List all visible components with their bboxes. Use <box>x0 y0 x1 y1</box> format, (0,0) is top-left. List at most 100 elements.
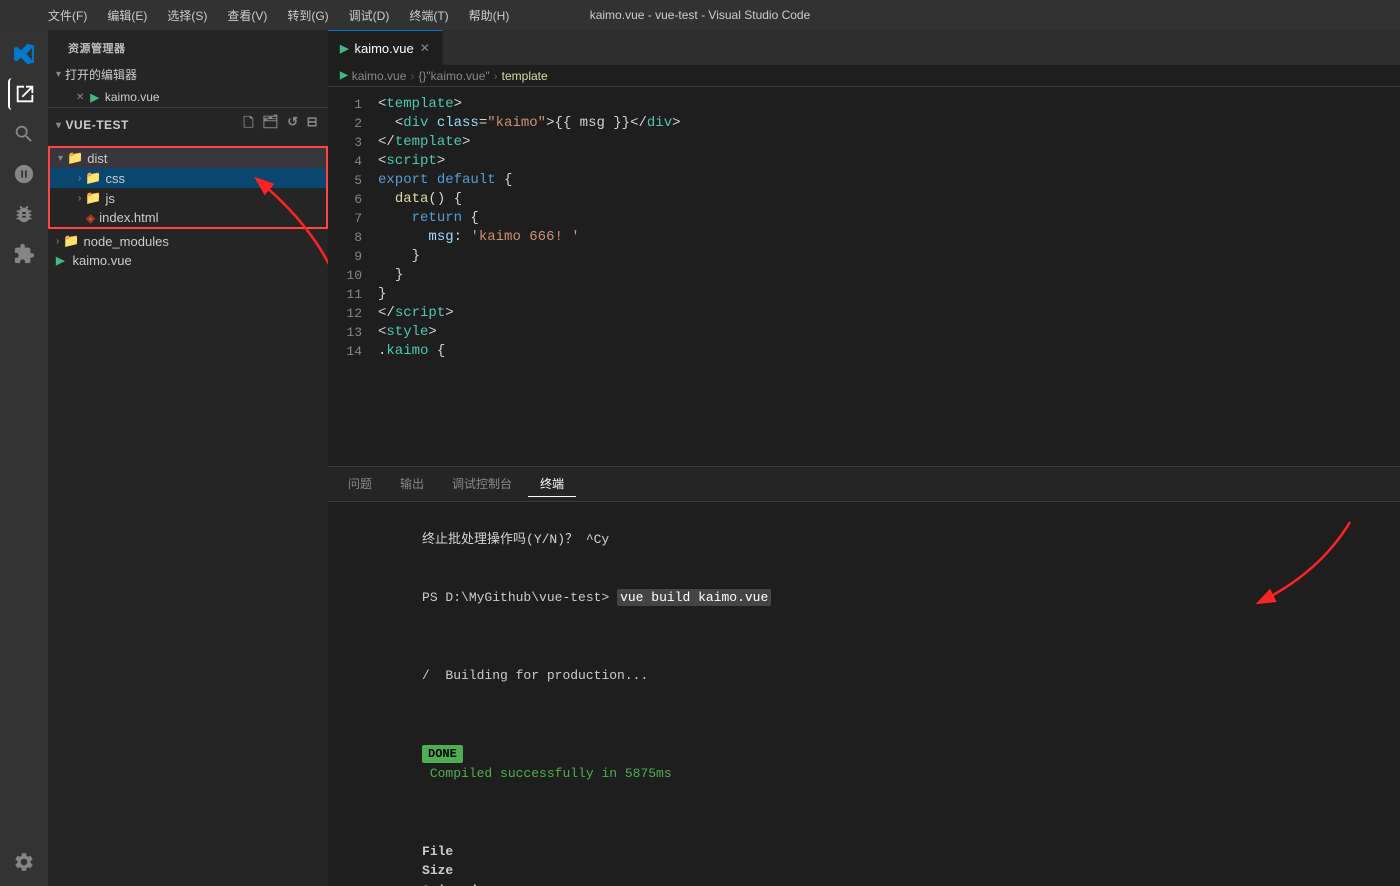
terminal-content[interactable]: 终止批处理操作吗(Y/N)？ ^Cy PS D:\MyGithub\vue-te… <box>328 502 1400 886</box>
terminal-compiled-text: Compiled successfully in 5875ms <box>422 766 672 781</box>
code-line-1: 1 <template> <box>328 95 1400 114</box>
js-folder-label: js <box>106 191 115 206</box>
terminal-vue-build-cmd: vue build kaimo.vue <box>617 589 771 606</box>
menu-bar: 文件(F) 编辑(E) 选择(S) 查看(V) 转到(G) 调试(D) 终端(T… <box>40 5 517 26</box>
line-num-6: 6 <box>328 190 378 209</box>
terminal-blank-1 <box>344 627 1384 647</box>
code-line-2: 2 <div class="kaimo">{{ msg }}</div> <box>328 114 1400 133</box>
settings-icon[interactable] <box>8 846 40 878</box>
new-file-btn[interactable]: 🗋 <box>241 112 256 138</box>
vscode-icon <box>8 38 40 70</box>
refresh-btn[interactable]: ↺ <box>285 112 300 138</box>
terminal-table-header: File Size Gzipped <box>344 822 1384 886</box>
code-line-7: 7 return { <box>328 209 1400 228</box>
breadcrumb-scope: {}"kaimo.vue" <box>418 69 489 83</box>
done-compiled-badge: DONE <box>422 745 463 763</box>
collapse-btn[interactable]: ⊟ <box>305 112 320 138</box>
git-icon[interactable] <box>8 158 40 190</box>
line-content-12: </script> <box>378 304 454 323</box>
code-line-12: 12 </script> <box>328 304 1400 323</box>
line-num-4: 4 <box>328 152 378 171</box>
line-num-3: 3 <box>328 133 378 152</box>
new-folder-btn[interactable]: 🗂 <box>260 112 281 138</box>
line-content-6: data() { <box>378 190 462 209</box>
kaimo-vue-tab[interactable]: ▶ kaimo.vue ✕ <box>328 30 443 65</box>
line-num-13: 13 <box>328 323 378 342</box>
panel-tab-debug-console[interactable]: 调试控制台 <box>440 471 524 497</box>
open-editors-text: 打开的编辑器 <box>65 66 137 83</box>
menu-file[interactable]: 文件(F) <box>40 5 95 26</box>
line-num-11: 11 <box>328 285 378 304</box>
code-line-3: 3 </template> <box>328 133 1400 152</box>
tab-vue-icon: ▶ <box>340 42 348 55</box>
col-gzipped-header: Gzipped <box>422 883 477 886</box>
tab-close-btn[interactable]: ✕ <box>420 41 430 55</box>
open-editor-kaimo-vue[interactable]: ✕ ▶ kaimo.vue <box>48 87 328 107</box>
code-line-9: 9 } <box>328 247 1400 266</box>
menu-terminal[interactable]: 终端(T) <box>401 5 456 26</box>
css-folder[interactable]: › 📁 css <box>50 168 326 188</box>
project-name: VUE-TEST <box>66 118 129 132</box>
breadcrumb-file: kaimo.vue <box>352 69 407 83</box>
panel-tab-problems[interactable]: 问题 <box>336 471 384 497</box>
search-icon[interactable] <box>8 118 40 150</box>
index-html-file[interactable]: ◈ index.html <box>50 208 326 227</box>
line-num-2: 2 <box>328 114 378 133</box>
line-content-9: } <box>378 247 420 266</box>
col-file-header: File <box>422 842 762 862</box>
node-modules-label: node_modules <box>84 234 169 249</box>
menu-edit[interactable]: 编辑(E) <box>99 5 155 26</box>
explorer-section: ▾ VUE-TEST 🗋 🗂 ↺ ⊟ ▾ 📁 dist <box>48 108 328 886</box>
project-chevron: ▾ <box>56 120 62 131</box>
menu-goto[interactable]: 转到(G) <box>279 5 336 26</box>
line-num-5: 5 <box>328 171 378 190</box>
menu-help[interactable]: 帮助(H) <box>461 5 518 26</box>
title-bar: 文件(F) 编辑(E) 选择(S) 查看(V) 转到(G) 调试(D) 终端(T… <box>0 0 1400 30</box>
line-content-14: .kaimo { <box>378 342 445 361</box>
extensions-icon[interactable] <box>8 238 40 270</box>
js-folder[interactable]: › 📁 js <box>50 188 326 208</box>
panel-tab-output[interactable]: 输出 <box>388 471 436 497</box>
line-content-5: export default { <box>378 171 512 190</box>
dist-folder[interactable]: ▾ 📁 dist <box>50 148 326 168</box>
panel-tabs: 问题 输出 调试控制台 终端 <box>328 467 1400 502</box>
line-content-2: <div class="kaimo">{{ msg }}</div> <box>378 114 681 133</box>
line-content-1: <template> <box>378 95 462 114</box>
line-content-11: } <box>378 285 386 304</box>
explorer-icon[interactable] <box>8 78 40 110</box>
html-file-icon: ◈ <box>86 211 95 225</box>
code-line-11: 11 } <box>328 285 1400 304</box>
terminal-building-text: / Building for production... <box>422 668 648 683</box>
tab-label: kaimo.vue <box>354 41 413 56</box>
node-modules-folder[interactable]: › 📁 node_modules <box>48 231 328 251</box>
terminal-blank-2 <box>344 705 1384 725</box>
breadcrumb-sep2: › <box>494 69 498 83</box>
kaimo-vue-file[interactable]: ▶ kaimo.vue <box>48 251 328 270</box>
code-line-10: 10 } <box>328 266 1400 285</box>
menu-debug[interactable]: 调试(D) <box>341 5 398 26</box>
kaimo-vue-icon: ▶ <box>56 254 64 267</box>
editor-area: ▶ kaimo.vue ✕ ▶ kaimo.vue › {}"kaimo.vue… <box>328 30 1400 886</box>
line-content-4: <script> <box>378 152 445 171</box>
code-editor[interactable]: 1 <template> 2 <div class="kaimo">{{ msg… <box>328 87 1400 466</box>
code-line-8: 8 msg: 'kaimo 666! ' <box>328 228 1400 247</box>
code-line-4: 4 <script> <box>328 152 1400 171</box>
css-chevron: › <box>78 173 81 184</box>
project-header[interactable]: ▾ VUE-TEST 🗋 🗂 ↺ ⊟ <box>48 108 328 142</box>
file-tree: ▾ 📁 dist › 📁 css › 📁 js <box>48 142 328 272</box>
kaimo-vue-label: kaimo.vue <box>72 253 131 268</box>
terminal-line-2: PS D:\MyGithub\vue-test> vue build kaimo… <box>344 569 1384 628</box>
menu-view[interactable]: 查看(V) <box>219 5 275 26</box>
node-modules-icon: 📁 <box>63 233 79 249</box>
debug-icon[interactable] <box>8 198 40 230</box>
close-editor-icon[interactable]: ✕ <box>76 92 84 103</box>
code-line-13: 13 <style> <box>328 323 1400 342</box>
menu-select[interactable]: 选择(S) <box>159 5 215 26</box>
dist-chevron: ▾ <box>58 153 63 164</box>
terminal-abort-text: 终止批处理操作吗(Y/N)？ ^Cy <box>422 532 609 547</box>
panel-tab-terminal[interactable]: 终端 <box>528 471 576 497</box>
sidebar: 资源管理器 ▾ 打开的编辑器 ✕ ▶ kaimo.vue ▾ VUE-TEST <box>48 30 328 886</box>
terminal-done-compiled: DONE Compiled successfully in 5875ms <box>344 725 1384 803</box>
open-editors-title[interactable]: ▾ 打开的编辑器 <box>48 62 328 87</box>
open-editors-section: ▾ 打开的编辑器 ✕ ▶ kaimo.vue <box>48 62 328 108</box>
